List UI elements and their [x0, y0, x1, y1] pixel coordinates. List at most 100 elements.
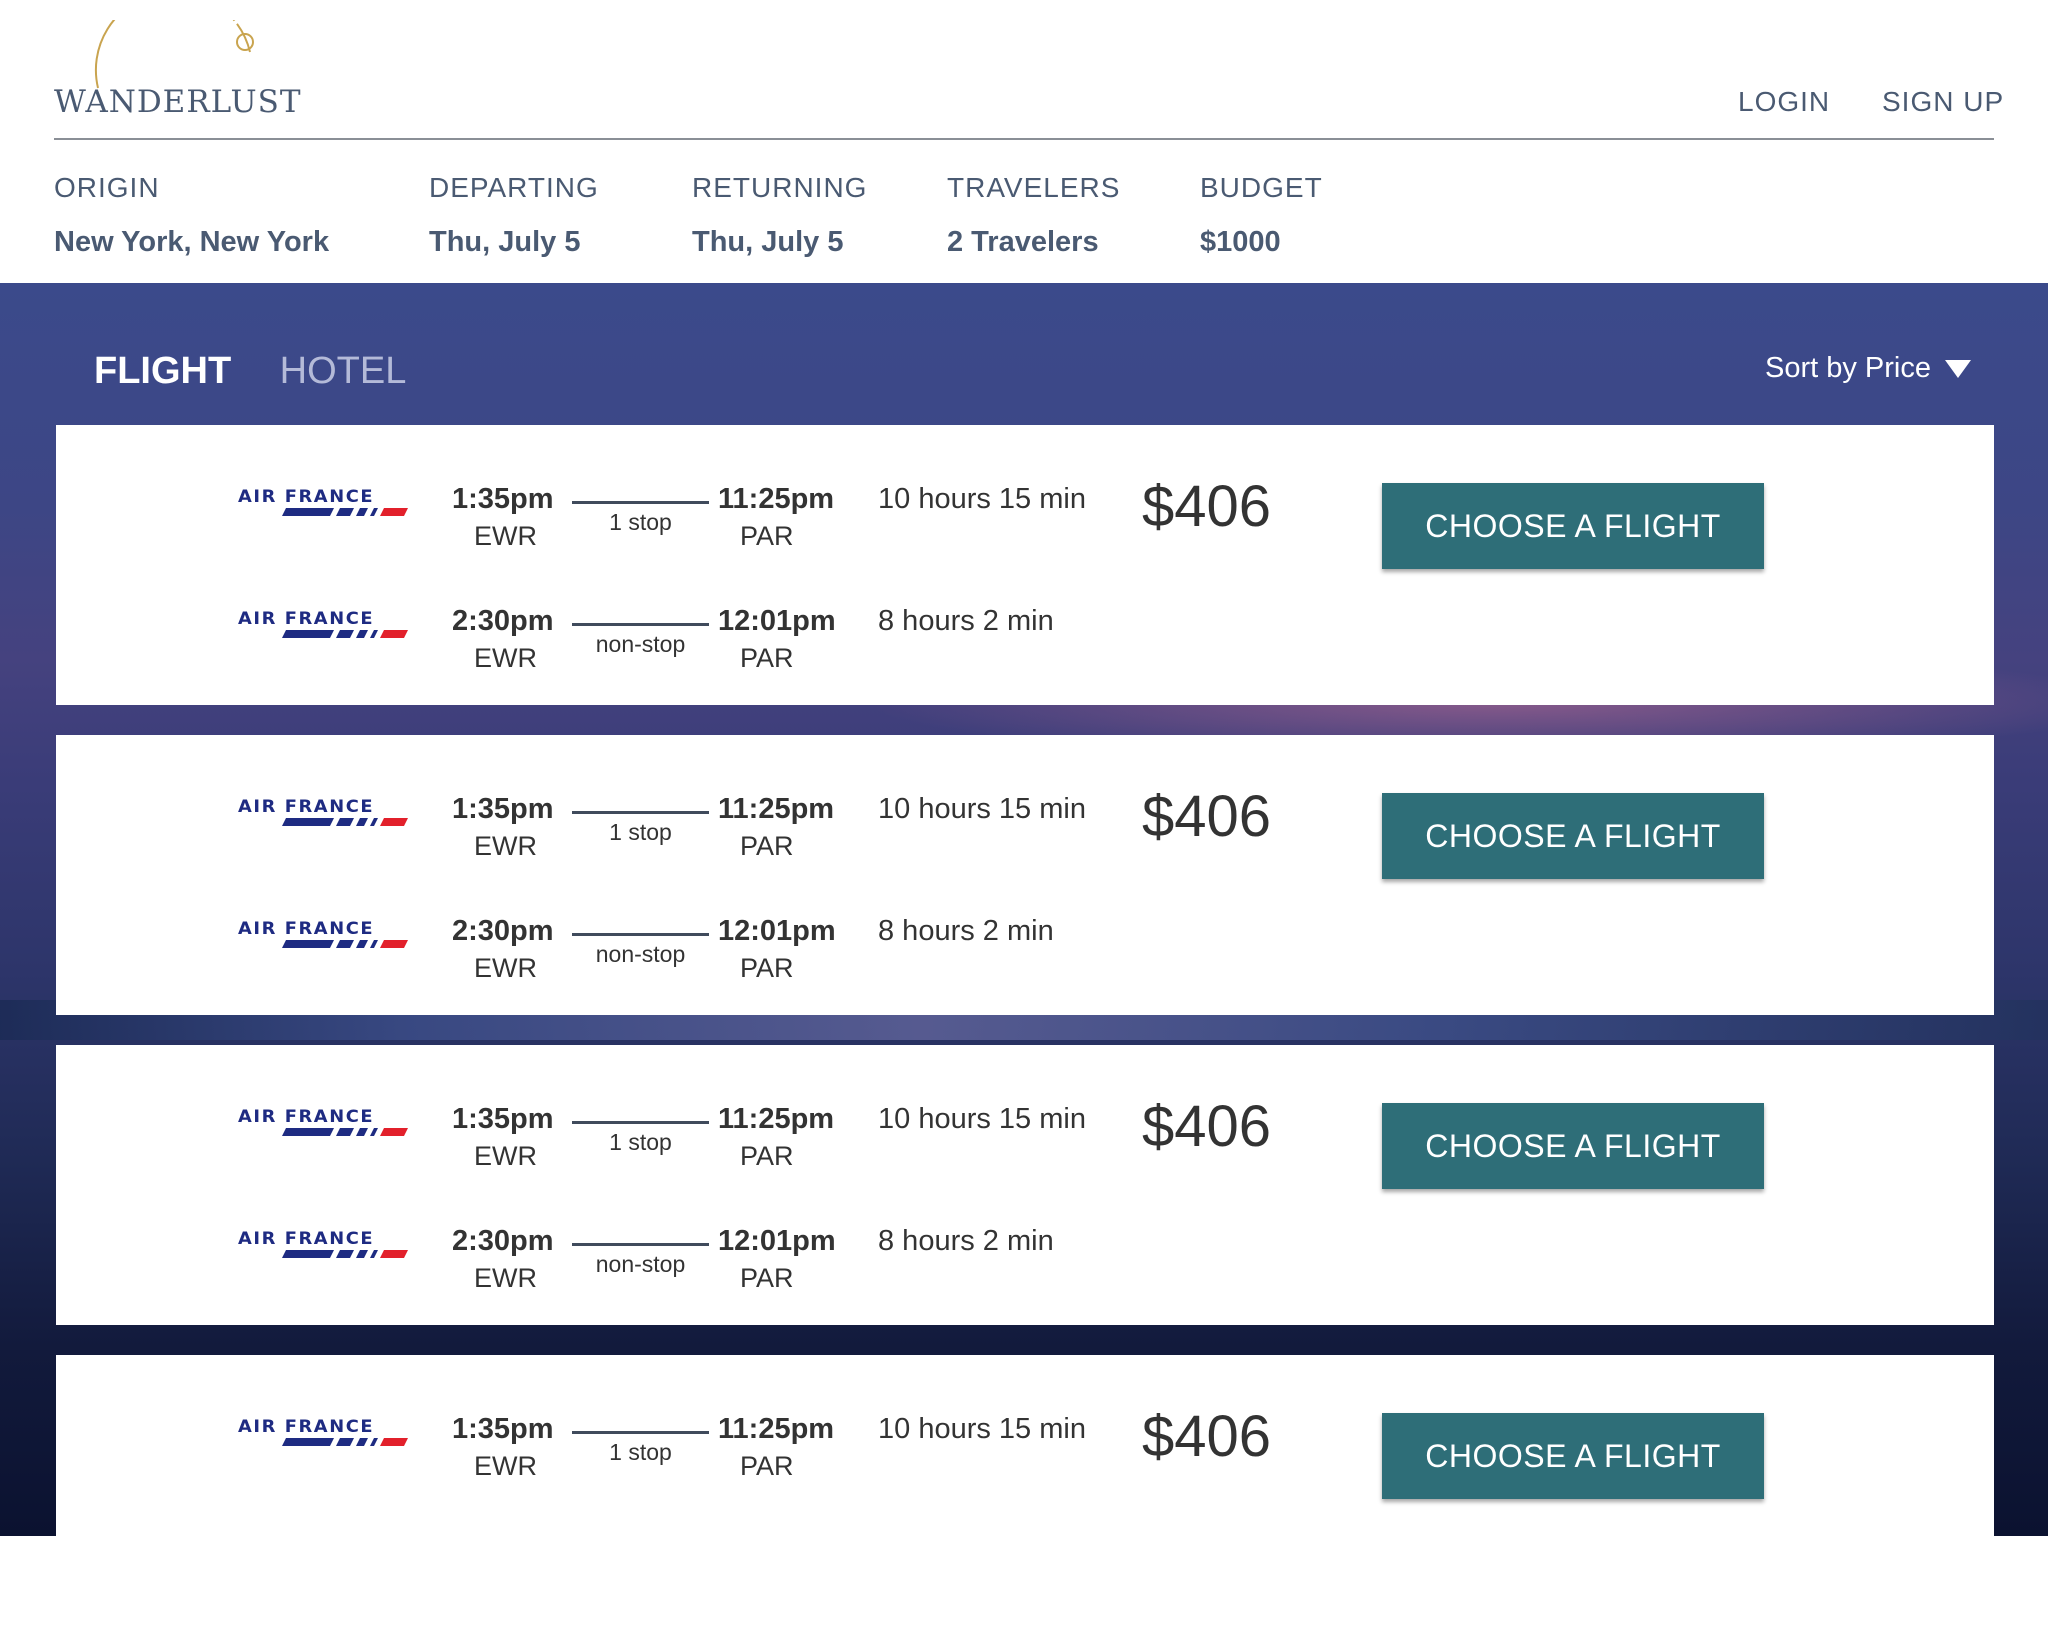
arrival-airport: PAR	[740, 643, 794, 673]
stops-label: non-stop	[595, 1251, 686, 1277]
air-france-stripes-icon	[282, 630, 408, 638]
departing-label: DEPARTING	[429, 172, 599, 203]
signup-link[interactable]: SIGN UP	[1882, 86, 2004, 118]
departure-airport: EWR	[474, 643, 537, 673]
airline-logo: AIR FRANCE	[238, 1229, 375, 1249]
departure-time: 1:35pm	[452, 1103, 554, 1135]
budget-value[interactable]: $1000	[1200, 226, 1323, 259]
flight-price: $406	[1142, 1094, 1272, 1159]
choose-flight-button[interactable]: CHOOSE A FLIGHT	[1382, 483, 1764, 569]
route-line	[572, 1243, 709, 1246]
departure-airport: EWR	[474, 831, 537, 861]
travelers-value[interactable]: 2 Travelers	[947, 226, 1120, 259]
arrival-time: 11:25pm	[718, 483, 835, 515]
departure-airport: EWR	[474, 1263, 537, 1293]
stops-label: 1 stop	[609, 509, 672, 535]
flight-leg: AIR FRANCE 2:30pm EWR non-stop 12:01pm P…	[56, 1225, 1994, 1315]
departure-time: 2:30pm	[452, 1225, 554, 1257]
airline-logo: AIR FRANCE	[238, 1417, 375, 1437]
departure-time: 1:35pm	[452, 793, 554, 825]
returning-label: RETURNING	[692, 172, 868, 203]
stops-label: non-stop	[595, 631, 686, 657]
flight-duration: 8 hours 2 min	[878, 915, 1054, 947]
arrival-time: 12:01pm	[718, 1225, 836, 1257]
flight-duration: 10 hours 15 min	[878, 793, 1086, 825]
flight-card: AIR FRANCE 1:35pm EWR 1 stop 11:25pm PAR…	[56, 1355, 1994, 1635]
flight-price: $406	[1142, 1404, 1272, 1469]
origin-field[interactable]: ORIGIN New York, New York	[54, 172, 329, 259]
departure-airport: EWR	[474, 953, 537, 983]
departure-time: 1:35pm	[452, 483, 554, 515]
choose-flight-button[interactable]: CHOOSE A FLIGHT	[1382, 1103, 1764, 1189]
airline-logo: AIR FRANCE	[238, 1107, 375, 1127]
flight-duration: 8 hours 2 min	[878, 1225, 1054, 1257]
air-france-stripes-icon	[282, 940, 408, 948]
sort-label: Sort by Price	[1765, 352, 1931, 384]
login-link[interactable]: LOGIN	[1738, 86, 1830, 118]
flight-card: AIR FRANCE 1:35pm EWR 1 stop 11:25pm PAR…	[56, 1045, 1994, 1325]
route-line	[572, 933, 709, 936]
sort-dropdown[interactable]: Sort by Price	[1765, 352, 1971, 385]
departing-value[interactable]: Thu, July 5	[429, 226, 599, 259]
header-divider	[54, 138, 1994, 140]
airline-logo: AIR FRANCE	[238, 797, 375, 817]
stops-label: 1 stop	[609, 819, 672, 845]
air-france-stripes-icon	[282, 1250, 408, 1258]
budget-label: BUDGET	[1200, 172, 1323, 203]
airline-logo: AIR FRANCE	[238, 487, 375, 507]
arrival-time: 12:01pm	[718, 605, 836, 637]
choose-flight-button[interactable]: CHOOSE A FLIGHT	[1382, 1413, 1764, 1499]
departure-time: 1:35pm	[452, 1413, 554, 1445]
stops-label: 1 stop	[609, 1439, 672, 1465]
arrival-time: 11:25pm	[718, 1413, 835, 1445]
returning-value[interactable]: Thu, July 5	[692, 226, 867, 259]
flight-price: $406	[1142, 784, 1272, 849]
origin-value[interactable]: New York, New York	[54, 226, 329, 259]
arrival-time: 12:01pm	[718, 915, 836, 947]
route-line	[572, 501, 709, 504]
route-line	[572, 623, 709, 626]
arrival-airport: PAR	[740, 831, 794, 861]
arrival-airport: PAR	[740, 1141, 794, 1171]
flight-card: AIR FRANCE 1:35pm EWR 1 stop 11:25pm PAR…	[56, 425, 1994, 705]
budget-field[interactable]: BUDGET $1000	[1200, 172, 1323, 259]
air-france-stripes-icon	[282, 508, 408, 516]
tab-hotel[interactable]: HOTEL	[280, 350, 407, 393]
brand-name: WANDERLUST	[54, 84, 302, 120]
departure-time: 2:30pm	[452, 605, 554, 637]
air-france-stripes-icon	[282, 1128, 408, 1136]
stops-label: non-stop	[595, 941, 686, 967]
travelers-field[interactable]: TRAVELERS 2 Travelers	[947, 172, 1120, 259]
route-line	[572, 1431, 709, 1434]
airline-logo: AIR FRANCE	[238, 919, 375, 939]
arrival-airport: PAR	[740, 521, 794, 551]
departing-field[interactable]: DEPARTING Thu, July 5	[429, 172, 599, 259]
wanderlust-logo[interactable]: WANDERLUST	[54, 20, 304, 120]
flight-leg: AIR FRANCE 2:30pm EWR non-stop 12:01pm P…	[56, 915, 1994, 1005]
arrival-airport: PAR	[740, 1451, 794, 1481]
travelers-label: TRAVELERS	[947, 172, 1121, 203]
departure-airport: EWR	[474, 1141, 537, 1171]
departure-airport: EWR	[474, 521, 537, 551]
flight-duration: 10 hours 15 min	[878, 483, 1086, 515]
airline-logo: AIR FRANCE	[238, 609, 375, 629]
arrival-time: 11:25pm	[718, 793, 835, 825]
departure-time: 2:30pm	[452, 915, 554, 947]
arrival-airport: PAR	[740, 953, 794, 983]
flight-price: $406	[1142, 474, 1272, 539]
tab-flight[interactable]: FLIGHT	[94, 350, 231, 393]
departure-airport: EWR	[474, 1451, 537, 1481]
arrival-airport: PAR	[740, 1263, 794, 1293]
route-line	[572, 811, 709, 814]
stops-label: 1 stop	[609, 1129, 672, 1155]
caret-down-icon	[1945, 360, 1971, 379]
flight-duration: 10 hours 15 min	[878, 1413, 1086, 1445]
air-france-stripes-icon	[282, 818, 408, 826]
returning-field[interactable]: RETURNING Thu, July 5	[692, 172, 867, 259]
flight-card: AIR FRANCE 1:35pm EWR 1 stop 11:25pm PAR…	[56, 735, 1994, 1015]
result-tabs: FLIGHT HOTEL	[94, 350, 450, 393]
choose-flight-button[interactable]: CHOOSE A FLIGHT	[1382, 793, 1764, 879]
sun-arc-icon	[94, 20, 254, 89]
flight-duration: 8 hours 2 min	[878, 605, 1054, 637]
air-france-stripes-icon	[282, 1438, 408, 1446]
